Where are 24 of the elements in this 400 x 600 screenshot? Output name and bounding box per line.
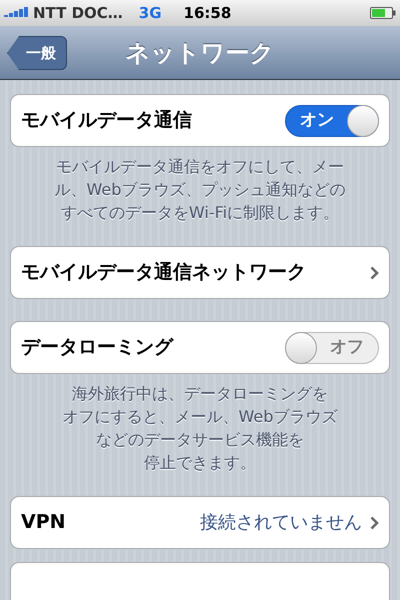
switch-label: オフ (330, 336, 364, 359)
cell-value: 接続されていません (200, 511, 362, 535)
network-type: 3G (138, 2, 162, 24)
toggle-switch[interactable]: オン (285, 104, 379, 136)
cell-label: データローミング (21, 335, 173, 360)
chevron-icon (370, 266, 379, 280)
carrier-name: NTT DOC… (33, 2, 123, 24)
cell-label: VPN (21, 510, 66, 536)
back-button[interactable]: 一般 (7, 36, 67, 70)
cell-label: モバイルデータ通信 (21, 108, 192, 134)
footer-note: 海外旅行中は、データローミングを オフにすると、メール、Webブラウズ などのデータサービス機能を 停止できます。 (62, 383, 338, 474)
screen-title: ネットワーク (126, 38, 274, 68)
clock: 16:58 (184, 2, 232, 24)
battery-icon (370, 7, 396, 19)
switch-label: オン (300, 108, 334, 132)
switch-knob (285, 332, 317, 364)
settings-link-cell[interactable]: VPN 接続されていません (10, 496, 390, 549)
settings-link-cell[interactable]: モバイルデータ通信ネットワーク (10, 246, 390, 299)
signal-icon (4, 7, 30, 19)
switch-knob (347, 104, 379, 136)
cell-label: モバイルデータ通信ネットワーク (21, 260, 306, 286)
toggle-switch[interactable]: オフ (285, 332, 379, 364)
chevron-icon (370, 516, 379, 530)
footer-note: モバイルデータ通信をオフにして、メー ル、Webブラウズ、プッシュ通知などの すべてのデータをWi-Fiに制限します。 (54, 156, 346, 224)
